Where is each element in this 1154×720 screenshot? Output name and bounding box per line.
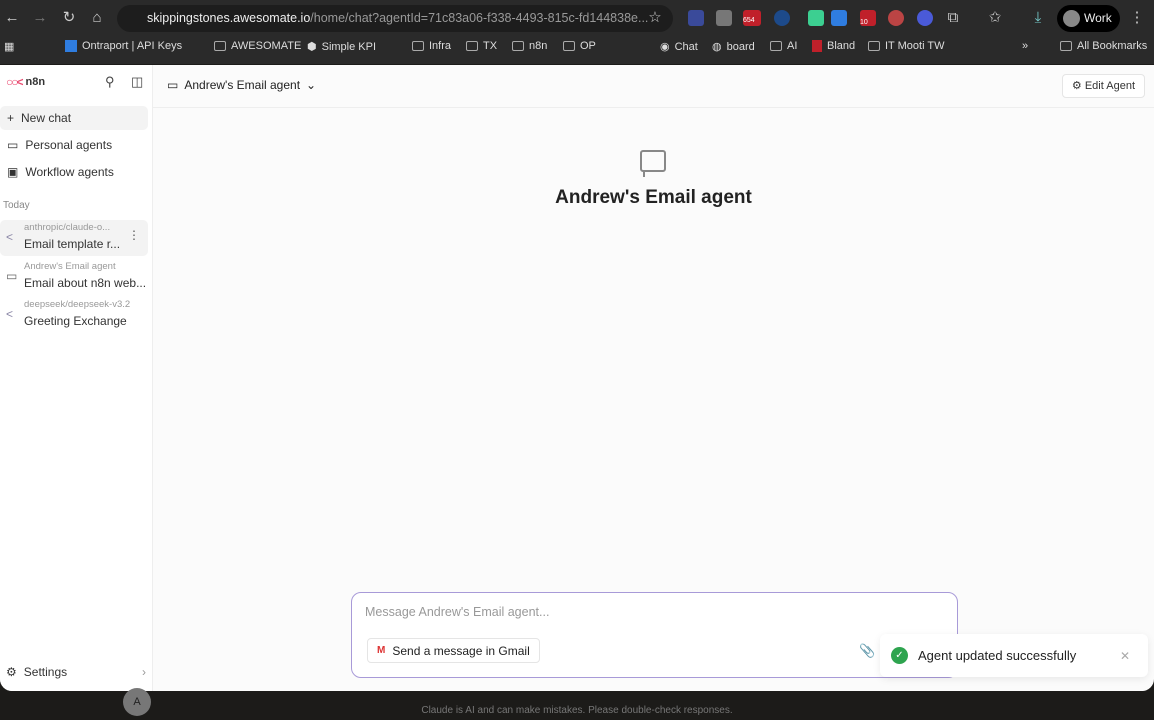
address-bar[interactable]: skippingstones.awesomate.io/home/chat?ag… (117, 5, 673, 32)
edit-agent-button[interactable]: ⚙ Edit Agent (1062, 74, 1145, 98)
sidebar-item-workflow-agents[interactable]: ▣Workflow agents (0, 160, 148, 184)
chat-icon: ◉ (660, 40, 670, 53)
extension-icon[interactable] (774, 10, 790, 26)
chevron-down-icon: ⌄ (306, 78, 316, 92)
download-icon[interactable]: ⤓ (1028, 8, 1048, 28)
bland-icon (812, 40, 822, 52)
page-title: Andrew's Email agent (153, 187, 1154, 209)
profile-button[interactable]: Work (1057, 5, 1120, 32)
apps-icon[interactable]: ▦ (4, 40, 14, 53)
more-options-icon[interactable]: ⋮ (128, 228, 140, 242)
extension-icon[interactable] (888, 10, 904, 26)
bookmark[interactable]: ◍board (712, 40, 755, 53)
bookmark[interactable]: TX (466, 40, 497, 52)
browser-chrome: ← → ↻ ⌂ skippingstones.awesomate.io/home… (0, 0, 1154, 64)
bookmark-star-icon[interactable]: ☆ (645, 8, 665, 28)
chat-bubble-icon: ▭ (167, 78, 178, 92)
kpi-icon: ⬢ (307, 40, 317, 53)
check-circle-icon: ✓ (891, 647, 908, 664)
globe-icon: ◍ (712, 40, 722, 53)
extension-badge[interactable]: 654 (743, 10, 761, 26)
bookmark[interactable]: Infra (412, 40, 451, 52)
extension-icon[interactable] (688, 10, 704, 26)
message-composer: MSend a message in Gmail 📎 (351, 592, 958, 678)
disclaimer-text: Claude is AI and can make mistakes. Plea… (0, 705, 1154, 716)
extension-badge[interactable]: 10 (860, 10, 876, 26)
conversation-item[interactable]: <deepseek/deepseek-v3.2Greeting Exchange (0, 297, 148, 333)
reading-list-icon[interactable]: ✩ (985, 8, 1005, 28)
extension-icon[interactable] (808, 10, 824, 26)
all-bookmarks[interactable]: All Bookmarks (1060, 40, 1147, 52)
folder-icon (466, 41, 478, 51)
ontraport-icon (65, 40, 77, 52)
bookmark[interactable]: Bland (812, 40, 855, 52)
bookmark[interactable]: OP (563, 40, 596, 52)
forward-icon[interactable]: → (30, 8, 50, 28)
folder-icon (770, 41, 782, 51)
reload-icon[interactable]: ↻ (59, 8, 79, 28)
gmail-icon: M (377, 645, 385, 656)
extension-icon[interactable] (716, 10, 732, 26)
close-icon[interactable]: ✕ (1120, 649, 1130, 663)
plus-icon: + (7, 111, 14, 125)
bookmark[interactable]: AWESOMATE (214, 40, 301, 52)
back-icon[interactable]: ← (2, 8, 22, 28)
settings-button[interactable]: ⚙Settings› (6, 665, 146, 679)
folder-icon (214, 41, 226, 51)
chat-header: ▭Andrew's Email agent⌄ ⚙ Edit Agent (153, 65, 1154, 108)
folder-icon (1060, 41, 1072, 51)
chevron-right-icon: › (142, 665, 146, 679)
home-icon[interactable]: ⌂ (87, 8, 107, 28)
toast-notification: ✓Agent updated successfully✕ (880, 634, 1148, 677)
bookmark[interactable]: IT Mooti TW (868, 40, 945, 52)
sidebar: ○○<n8n ⚲ ◫ +New chat ▭Personal agents ▣W… (0, 65, 153, 691)
n8n-logo: ○○<n8n (6, 75, 45, 89)
folder-icon (868, 41, 880, 51)
sidebar-item-personal-agents[interactable]: ▭Personal agents (0, 133, 148, 157)
gmail-tool-button[interactable]: MSend a message in Gmail (367, 638, 540, 663)
chat-bubble-icon (640, 150, 666, 172)
app-window: ○○<n8n ⚲ ◫ +New chat ▭Personal agents ▣W… (0, 65, 1154, 691)
model-icon: < (6, 230, 13, 244)
conversation-item[interactable]: <anthropic/claude-o...Email template r..… (0, 220, 148, 256)
folder-icon (563, 41, 575, 51)
bookmark[interactable]: n8n (512, 40, 547, 52)
gear-icon: ⚙ (6, 665, 17, 679)
bookmark[interactable]: ⬢Simple KPI (307, 40, 376, 53)
bookmark[interactable]: Ontraport | API Keys (65, 40, 182, 52)
menu-kebab-icon[interactable]: ⋮ (1127, 8, 1147, 28)
bookmark[interactable]: AI (770, 40, 797, 52)
folder-icon (512, 41, 524, 51)
sidebar-toggle-icon[interactable]: ◫ (131, 74, 143, 90)
section-label: Today (3, 200, 30, 211)
attach-icon[interactable]: 📎 (859, 643, 875, 659)
extension-icon[interactable] (917, 10, 933, 26)
chat-bubble-icon: ▭ (6, 269, 17, 283)
more-bookmarks-icon[interactable]: » (1022, 40, 1028, 52)
model-icon: < (6, 307, 13, 321)
n8n-logo-icon: ○○< (6, 75, 22, 89)
extension-icon[interactable] (831, 10, 847, 26)
gear-icon: ⚙ (1072, 80, 1085, 92)
chat-bubble-icon: ▭ (7, 138, 18, 152)
extensions-puzzle-icon[interactable]: ⧉ (943, 8, 963, 28)
new-chat-button[interactable]: +New chat (0, 106, 148, 130)
folder-icon (412, 41, 424, 51)
conversation-item[interactable]: ▭Andrew's Email agentEmail about n8n web… (0, 259, 148, 295)
message-input[interactable] (365, 605, 925, 619)
bookmark[interactable]: ◉Chat (660, 40, 698, 53)
robot-icon: ▣ (7, 165, 18, 179)
agent-selector[interactable]: ▭Andrew's Email agent⌄ (167, 78, 316, 92)
search-icon[interactable]: ⚲ (105, 74, 115, 90)
